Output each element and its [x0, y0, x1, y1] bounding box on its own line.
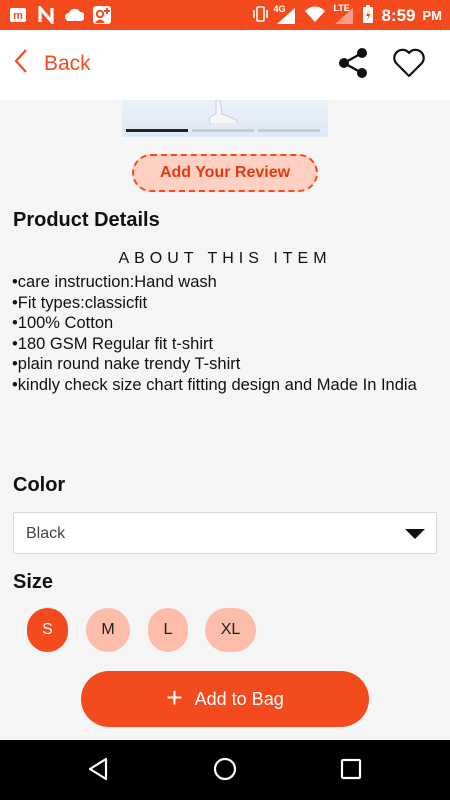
gallery-dot[interactable]	[126, 129, 188, 132]
list-item: •plain round nake trendy T-shirt	[12, 355, 241, 374]
color-selected-value: Black	[26, 525, 66, 542]
vibrate-icon	[252, 5, 269, 26]
signal-lte-icon: LTE	[333, 3, 355, 26]
share-icon	[336, 46, 370, 85]
add-to-bag-label: Add to Bag	[194, 688, 284, 709]
back-label: Back	[44, 52, 91, 75]
cloud-icon	[64, 5, 84, 25]
system-nav-bar	[0, 740, 450, 800]
status-bar: m 4G LTE 8:59 PM	[0, 0, 450, 30]
plus-icon: +	[166, 681, 183, 713]
list-item: •180 GSM Regular fit t-shirt	[12, 334, 214, 353]
system-status: 4G LTE 8:59 PM	[252, 3, 443, 27]
back-button[interactable]: Back	[14, 48, 91, 80]
dropdown-caret-icon	[405, 529, 425, 539]
add-review-button[interactable]: Add Your Review	[132, 154, 318, 192]
battery-charging-icon	[362, 4, 374, 27]
product-details-heading: Product Details	[13, 209, 160, 231]
add-to-bag-button[interactable]: + Add to Bag	[81, 671, 369, 727]
product-details-list: •care instruction:Hand wash •Fit types:c…	[12, 272, 432, 396]
app-bar: Back	[0, 30, 450, 100]
back-triangle-icon	[86, 756, 112, 787]
svg-text:m: m	[13, 10, 23, 22]
gallery-pager	[122, 129, 328, 132]
wifi-icon	[304, 5, 326, 26]
gallery-dot[interactable]	[258, 129, 320, 132]
color-dropdown[interactable]: Black	[13, 512, 437, 554]
nav-recents-button[interactable]	[336, 756, 366, 786]
list-item: •kindly check size chart fitting design …	[12, 375, 417, 394]
m-app-icon: m	[8, 5, 28, 25]
size-heading: Size	[13, 571, 54, 593]
nav-home-button[interactable]	[210, 756, 240, 786]
notification-icons: m	[8, 5, 112, 25]
nav-back-button[interactable]	[84, 756, 114, 786]
size-option-l[interactable]: L	[148, 608, 188, 652]
product-image	[206, 100, 240, 128]
google-plus-icon	[92, 5, 112, 25]
color-heading: Color	[13, 474, 66, 496]
size-option-s[interactable]: S	[27, 608, 68, 652]
list-item: •care instruction:Hand wash	[12, 273, 217, 291]
size-options: S M L XL	[0, 608, 450, 652]
n-app-icon	[36, 5, 56, 25]
about-item-heading: ABOUT THIS ITEM	[118, 250, 332, 267]
size-option-m[interactable]: M	[86, 608, 130, 652]
product-image-gallery[interactable]	[122, 100, 328, 137]
list-item: •100% Cotton	[12, 314, 114, 333]
size-option-xl[interactable]: XL	[205, 608, 256, 652]
signal-4g-icon: 4G	[273, 4, 297, 26]
recents-square-icon	[338, 756, 364, 787]
heart-icon	[391, 47, 427, 84]
clock-time: 8:59	[381, 5, 416, 25]
clock-ampm: PM	[422, 8, 443, 23]
gallery-dot[interactable]	[192, 129, 254, 132]
list-item: •Fit types:classicfit	[12, 293, 148, 312]
home-circle-icon	[212, 756, 238, 787]
share-button[interactable]	[334, 46, 372, 84]
favorite-button[interactable]	[390, 46, 428, 84]
chevron-left-icon	[14, 48, 28, 80]
